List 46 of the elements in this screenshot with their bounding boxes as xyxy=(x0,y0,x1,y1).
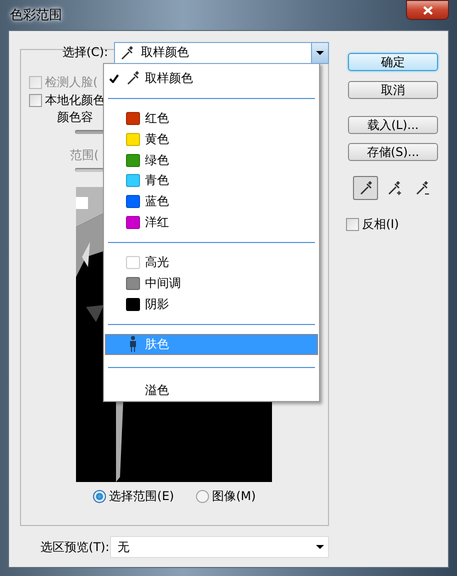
selection-preview-dropdown[interactable]: 无 xyxy=(110,536,329,558)
slider-track[interactable] xyxy=(75,130,104,134)
menu-item[interactable]: 青色 xyxy=(105,170,318,192)
person-icon xyxy=(128,336,136,352)
radio-button[interactable] xyxy=(93,490,106,503)
menu-item[interactable]: 洋红 xyxy=(105,212,318,233)
eyedropper-plus-icon xyxy=(386,179,402,197)
menu-item[interactable]: 黄色 xyxy=(105,129,318,150)
checkbox-label: 反相(I) xyxy=(362,216,399,232)
caret-icon xyxy=(316,545,324,549)
eyedropper-icon xyxy=(124,69,140,88)
select-value: 取样颜色 xyxy=(141,44,190,61)
radio-label: 图像(M) xyxy=(212,488,256,505)
radio-button[interactable] xyxy=(196,490,210,503)
menu-item[interactable]: 蓝色 xyxy=(105,191,318,212)
dialog-button[interactable]: 确定 xyxy=(348,53,438,71)
eyedropper-icon xyxy=(119,44,136,62)
select-dropdown[interactable]: 取样颜色 xyxy=(114,42,329,64)
close-icon xyxy=(422,6,432,14)
menu-item[interactable]: 溢色 xyxy=(105,380,318,402)
eyedropper-minus-icon xyxy=(414,179,430,197)
checkbox[interactable] xyxy=(346,218,359,230)
checkbox-label: 检测人脸( xyxy=(45,74,98,90)
check-icon xyxy=(109,74,119,83)
window-title: 色彩范围 xyxy=(9,7,62,24)
dialog-button[interactable]: 取消 xyxy=(348,81,438,99)
menu-item[interactable]: 红色 xyxy=(105,108,318,130)
range-label: 范围( xyxy=(70,147,99,163)
caret-icon xyxy=(316,50,324,54)
checkbox[interactable] xyxy=(29,94,42,106)
select-label: 选择(C): xyxy=(61,44,110,61)
dropdown-value: 无 xyxy=(117,538,130,556)
eyedropper-tool-button[interactable] xyxy=(353,176,378,200)
selection-preview-label: 选区预览(T): xyxy=(40,538,110,556)
slider-track[interactable] xyxy=(75,168,104,172)
eyedropper-icon xyxy=(358,179,374,197)
dialog-button[interactable]: 载入(L)... xyxy=(348,116,438,134)
dialog-button[interactable]: 存储(S)... xyxy=(348,143,438,161)
fuzziness-label: 颜色容 xyxy=(57,109,93,125)
menu-item[interactable]: 中间调 xyxy=(105,273,318,294)
radio-label: 选择范围(E) xyxy=(109,488,174,505)
menu-item[interactable]: 高光 xyxy=(105,252,318,273)
menu-item[interactable]: 取样颜色 xyxy=(105,68,318,89)
close-button[interactable] xyxy=(406,0,449,20)
menu-item[interactable]: 绿色 xyxy=(105,150,318,170)
menu-item[interactable]: 阴影 xyxy=(105,294,318,314)
